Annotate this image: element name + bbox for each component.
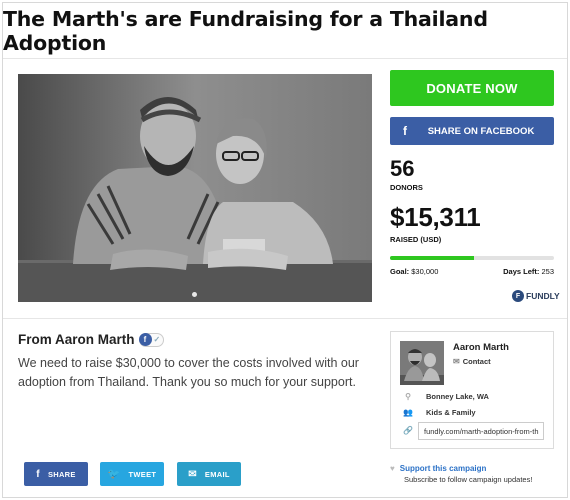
raised-amount: $15,311 <box>390 202 481 232</box>
campaign-photo <box>18 74 372 302</box>
facebook-icon: f <box>403 124 407 138</box>
donors-count: 56 <box>390 156 415 181</box>
facebook-icon: f <box>36 468 40 480</box>
donors-label: DONORS <box>390 183 423 192</box>
support-link-label: Support this campaign <box>399 464 487 473</box>
page-title: The Marth's are Fundraising for a Thaila… <box>3 6 488 55</box>
contact-link[interactable]: ✉ Contact <box>453 357 491 366</box>
tweet-button[interactable]: 🐦 TWEET <box>100 462 164 486</box>
checkmark-icon: ✓ <box>153 335 161 344</box>
campaign-url-field[interactable]: fundly.com/marth-adoption-from-th <box>418 422 544 440</box>
facebook-verified-badge: f ✓ <box>138 332 165 347</box>
email-icon: ✉ <box>188 468 197 480</box>
days-left: Days Left: 253 <box>503 267 554 276</box>
goal-label: Goal: <box>390 267 410 276</box>
organizer-card: Aaron Marth ✉ Contact ⚲ Bonney Lake, WA … <box>390 331 554 449</box>
category-row: 👥 Kids & Family <box>400 408 476 417</box>
fundly-logo[interactable]: F FUNDLY <box>512 290 560 302</box>
days-left-label: Days Left: <box>503 267 540 276</box>
share-facebook-button[interactable]: f SHARE <box>24 462 88 486</box>
organizer-name[interactable]: Aaron Marth <box>453 342 509 353</box>
people-icon: 👥 <box>403 408 413 417</box>
story-text: We need to raise $30,000 to cover the co… <box>18 356 359 389</box>
location-row: ⚲ Bonney Lake, WA <box>400 392 489 401</box>
progress-fill <box>390 256 474 260</box>
heart-icon: ♥ <box>390 464 395 473</box>
raised-label: RAISED (USD) <box>390 235 442 244</box>
support-subtext: Subscribe to follow campaign updates! <box>404 475 533 484</box>
carousel-dot[interactable] <box>192 292 197 297</box>
share-facebook-label: SHARE <box>47 469 76 479</box>
story-author: From Aaron Marth f ✓ <box>18 332 165 347</box>
location-text: Bonney Lake, WA <box>426 392 489 401</box>
days-left-value: 253 <box>541 267 554 276</box>
title-bar: The Marth's are Fundraising for a Thaila… <box>3 3 567 59</box>
link-icon: 🔗 <box>403 426 413 435</box>
facebook-icon: f <box>138 333 152 346</box>
fundly-brand: FUNDLY <box>526 291 560 301</box>
envelope-icon: ✉ <box>453 357 460 366</box>
tweet-label: TWEET <box>128 469 157 479</box>
email-button[interactable]: ✉ EMAIL <box>177 462 241 486</box>
contact-label: Contact <box>462 357 491 366</box>
location-pin-icon: ⚲ <box>405 392 411 401</box>
section-divider <box>3 318 567 319</box>
progress-bar <box>390 256 554 260</box>
support-campaign-link[interactable]: ♥ Support this campaign <box>390 464 532 473</box>
goal-value: $30,000 <box>411 267 439 276</box>
support-section: ♥ Support this campaign Subscribe to fol… <box>390 464 532 484</box>
fundly-logo-icon: F <box>512 290 524 302</box>
twitter-icon: 🐦 <box>107 468 121 480</box>
share-on-facebook-button[interactable]: f SHARE ON FACEBOOK <box>390 117 554 145</box>
category-text[interactable]: Kids & Family <box>426 408 476 417</box>
email-label: EMAIL <box>204 469 230 479</box>
goal: Goal: $30,000 <box>390 267 438 276</box>
donate-now-button[interactable]: DONATE NOW <box>390 70 554 106</box>
from-label: From Aaron Marth <box>18 332 135 347</box>
avatar[interactable] <box>400 341 444 385</box>
share-on-facebook-label: SHARE ON FACEBOOK <box>427 125 535 137</box>
